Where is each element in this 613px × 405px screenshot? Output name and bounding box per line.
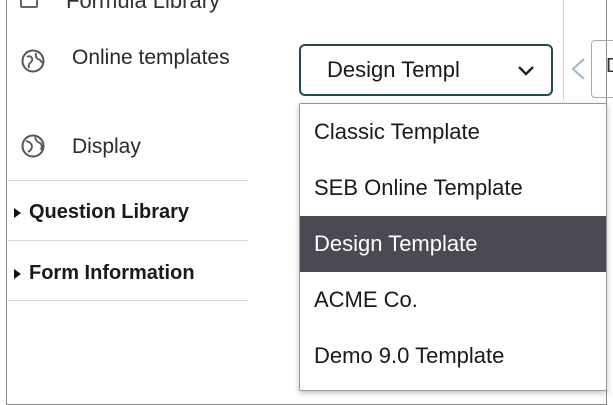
sidebar-item-display[interactable]: Display [20,133,141,160]
adjacent-field[interactable]: D [591,40,613,98]
option-design-template[interactable]: Design Template [300,216,606,272]
sidebar-item-label: Display [72,135,141,158]
divider [8,180,248,181]
section-label: Form Information [29,262,195,284]
divider [8,300,248,301]
globe-icon [21,134,45,158]
option-acme-co[interactable]: ACME Co. [300,272,606,328]
chevron-down-icon [518,66,534,76]
adjacent-field-text: D [606,55,613,77]
option-demo-9-template[interactable]: Demo 9.0 Template [300,328,606,384]
template-select[interactable]: Design Templ [299,44,553,96]
section-form-information[interactable]: Form Information [14,262,195,285]
library-icon [20,0,38,8]
caret-right-icon [14,268,21,279]
column-divider [563,0,564,100]
globe-icon [21,49,45,73]
chevron-left-icon[interactable] [568,56,590,82]
section-question-library[interactable]: Question Library [14,201,189,224]
sidebar-item-formula-library[interactable]: Formula Library [20,0,221,13]
sidebar-item-label: Online templates [72,46,230,69]
option-classic-template[interactable]: Classic Template [300,104,606,160]
caret-right-icon [14,207,21,218]
sidebar-item-online-templates[interactable]: Online templates [20,44,232,74]
template-select-value: Design Templ [327,57,460,82]
option-seb-online-template[interactable]: SEB Online Template [300,160,606,216]
divider [8,240,248,241]
template-dropdown: Classic Template SEB Online Template Des… [299,103,607,391]
section-label: Question Library [29,201,190,223]
sidebar-item-label: Formula Library [66,0,221,13]
